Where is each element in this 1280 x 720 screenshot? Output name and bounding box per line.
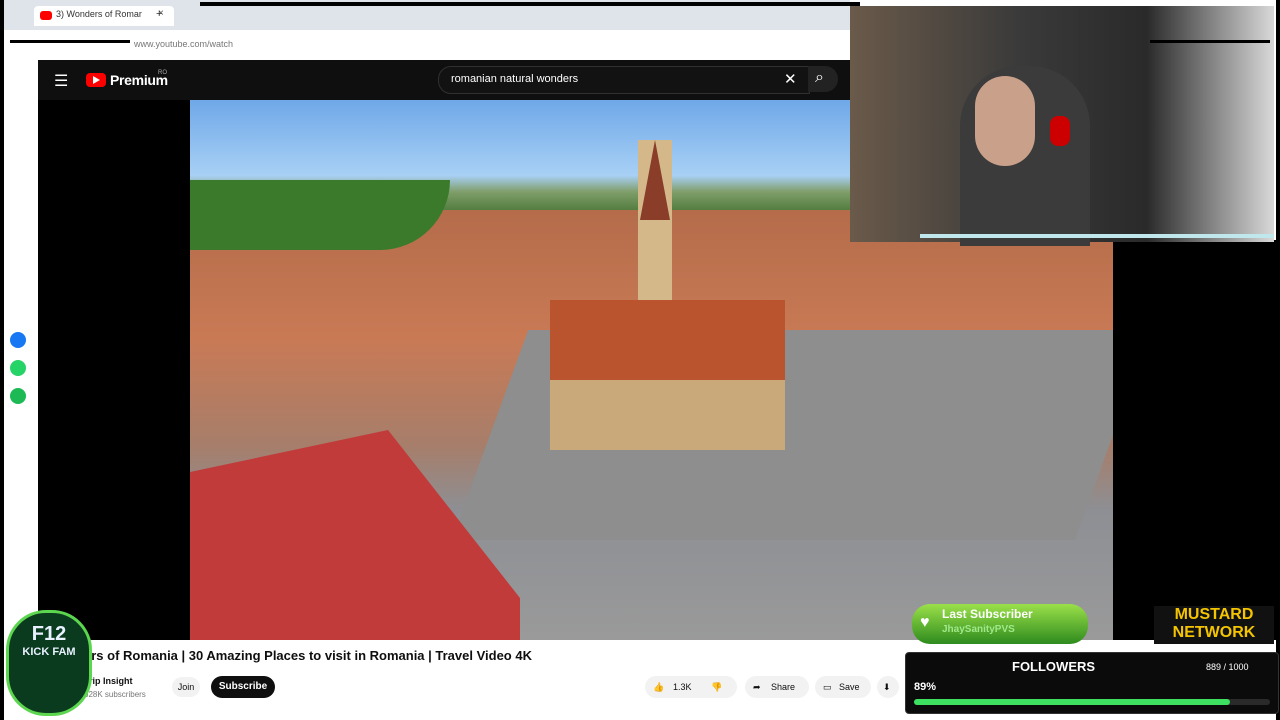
dislike-icon[interactable]: 👎 xyxy=(711,676,722,698)
player-letterbox-left xyxy=(38,100,190,640)
video-title: ers of Romania | 30 Amazing Places to vi… xyxy=(84,648,532,663)
player-letterbox-right xyxy=(1113,240,1280,640)
save-icon: ▭ xyxy=(823,682,832,692)
clear-search-icon[interactable]: ✕ xyxy=(784,70,797,88)
youtube-play-icon xyxy=(93,76,100,84)
followers-label: FOLLOWERS xyxy=(1012,659,1096,674)
last-subscriber-alert: ♥ Last Subscriber JhaySanityPVS xyxy=(912,604,1088,644)
f12-logo-line1: F12 xyxy=(31,623,67,645)
save-button[interactable]: ▭ Save xyxy=(815,676,871,698)
video-actions: 👍 1.3K 👎 ➦ Share ▭ Save ⬇ xyxy=(645,676,899,698)
heart-icon: ♥ xyxy=(920,614,930,631)
search-button[interactable]: ⌕ xyxy=(808,66,838,92)
followers-count: 889 / 1000 xyxy=(1206,662,1249,672)
mustard-line1: MUSTARD xyxy=(1174,606,1254,623)
like-count[interactable]: 1.3K xyxy=(673,676,692,698)
save-label: Save xyxy=(839,682,860,692)
followers-percent: 89% xyxy=(914,681,937,693)
frame-top xyxy=(200,2,860,6)
search-icon: ⌕ xyxy=(815,69,824,86)
f12-kick-fam-logo: F12 KICK FAM xyxy=(6,610,92,716)
like-dislike-group: 👍 1.3K 👎 xyxy=(645,676,737,698)
mustard-network-logo: MUSTARD NETWORK xyxy=(1154,606,1274,644)
cathedral-roof xyxy=(550,300,785,380)
frame-left xyxy=(0,0,4,720)
download-button[interactable]: ⬇ xyxy=(877,676,899,698)
share-button[interactable]: ➦ Share xyxy=(745,676,809,698)
streamer-face xyxy=(975,76,1035,166)
search-input[interactable]: romanian natural wonders ✕ xyxy=(438,66,810,94)
download-icon: ⬇ xyxy=(883,682,891,692)
address-bar[interactable]: www.youtube.com/watch xyxy=(0,30,850,61)
join-button[interactable]: Join xyxy=(172,677,200,697)
menu-icon[interactable]: ☰ xyxy=(54,71,68,91)
region-code: RO xyxy=(158,70,167,76)
followers-goal-widget: FOLLOWERS 889 / 1000 89% xyxy=(905,652,1279,714)
youtube-favicon-icon xyxy=(40,11,52,20)
whatsapp-icon[interactable] xyxy=(10,360,26,376)
followers-progress-fill xyxy=(914,699,1231,705)
url-text[interactable]: www.youtube.com/watch xyxy=(134,39,233,49)
browser-tab[interactable]: 3) Wonders of Romar × xyxy=(34,6,174,26)
messenger-icon[interactable] xyxy=(10,332,26,348)
last-subscriber-name: JhaySanityPVS xyxy=(942,624,1015,635)
followers-progress-track xyxy=(914,699,1270,705)
f12-logo-line2: KICK FAM xyxy=(22,646,76,658)
subscriber-count: 628K subscribers xyxy=(84,690,146,699)
headset-icon xyxy=(1050,116,1070,146)
mustard-line2: NETWORK xyxy=(1172,624,1256,641)
frame-deco-1 xyxy=(10,40,130,43)
youtube-header: ☰ Premium RO romanian natural wonders ✕ … xyxy=(38,60,850,100)
share-icon: ➦ xyxy=(753,682,761,692)
like-icon[interactable]: 👍 xyxy=(653,676,664,698)
frame-deco-2 xyxy=(1150,40,1270,43)
cathedral-spire xyxy=(640,140,670,220)
search-query[interactable]: romanian natural wonders xyxy=(451,73,578,85)
frame-right xyxy=(1276,0,1280,720)
webcam-border xyxy=(920,234,1274,238)
share-label: Share xyxy=(771,682,796,692)
subscribe-button[interactable]: Subscribe xyxy=(211,676,275,698)
tab-title: 3) Wonders of Romar xyxy=(56,9,142,19)
new-tab-button[interactable]: + xyxy=(156,8,162,20)
trees xyxy=(190,180,450,250)
last-subscriber-title: Last Subscriber xyxy=(942,607,1033,621)
spotify-icon[interactable] xyxy=(10,388,26,404)
